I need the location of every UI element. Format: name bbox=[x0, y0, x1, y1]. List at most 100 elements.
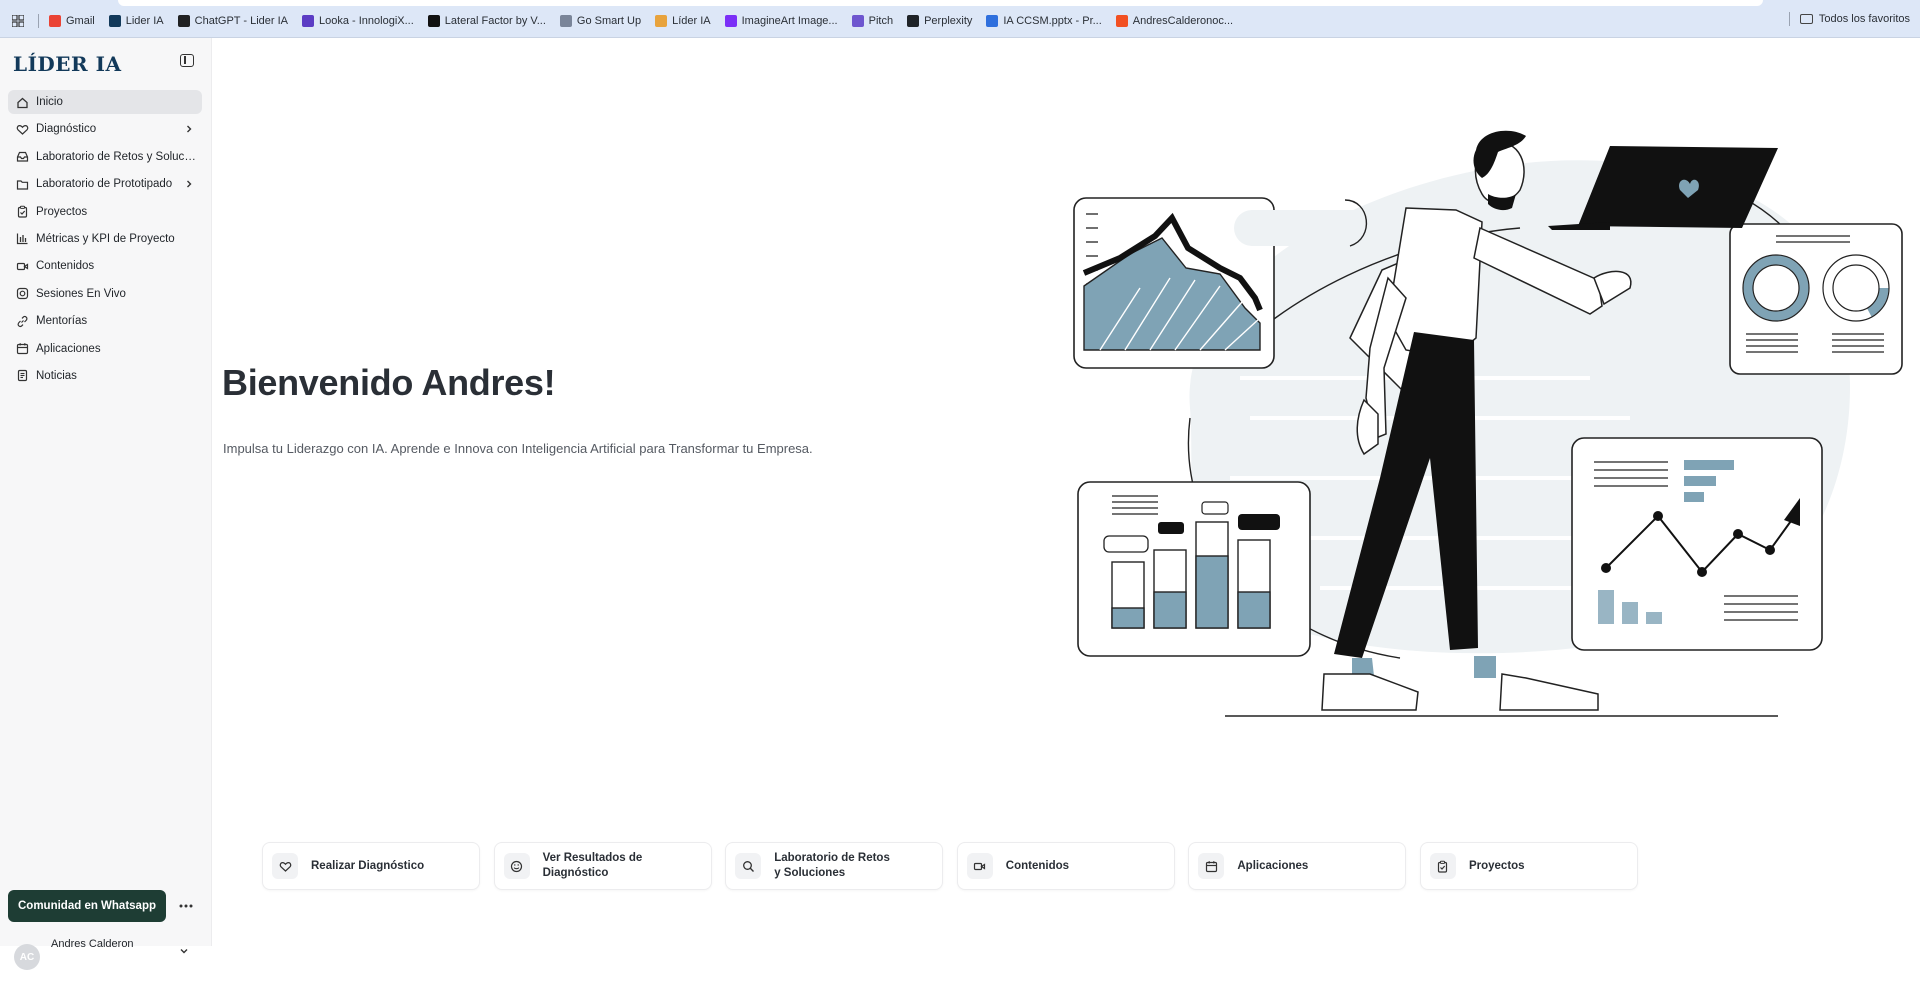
sidebar-item-laboratorio-de-prototipado[interactable]: Laboratorio de Prototipado bbox=[8, 172, 202, 196]
quick-action-realizar-diagnostico[interactable]: Realizar Diagnóstico bbox=[262, 842, 480, 890]
sidebar-item-label: Métricas y KPI de Proyecto bbox=[36, 232, 175, 245]
calendar-icon bbox=[16, 342, 29, 355]
sidebar-item-proyectos[interactable]: Proyectos bbox=[8, 200, 202, 224]
folder-icon bbox=[1799, 14, 1813, 24]
quick-action-label: Ver Resultados de Diagnóstico bbox=[542, 852, 643, 879]
sidebar-item-noticias[interactable]: Noticias bbox=[8, 364, 202, 388]
user-name: Andres Calderon bbox=[51, 938, 134, 950]
chevron-right-icon bbox=[187, 125, 192, 133]
quick-action-ver-resultados-de-diagnostico[interactable]: Ver Resultados de Diagnóstico bbox=[493, 842, 712, 890]
bookmark-label: Lider IA bbox=[125, 15, 164, 27]
quick-action-label: Realizar Diagnóstico bbox=[311, 859, 425, 872]
chevron-down-icon bbox=[180, 949, 188, 954]
page-title: Bienvenido Andres! bbox=[222, 362, 556, 403]
video-icon bbox=[966, 853, 993, 879]
bookmarks-list: Gmail Lider IA ChatGPT - Lider IA Looka - I… bbox=[10, 12, 1247, 30]
bookmark-chatgpt-lider-ia[interactable]: ChatGPT - Lider IA bbox=[177, 15, 288, 27]
bookmark-favicon-icon bbox=[851, 15, 864, 27]
chevron-right-icon bbox=[187, 180, 192, 188]
bookmark-label: Lateral Factor by V... bbox=[444, 15, 546, 27]
sidebar-item-label: Diagnóstico bbox=[36, 123, 97, 136]
bookmark-perplexity[interactable]: Perplexity bbox=[907, 15, 972, 27]
bookmark-favicon-icon bbox=[1115, 15, 1128, 27]
calendar-icon bbox=[1198, 853, 1225, 879]
link-icon bbox=[16, 315, 29, 328]
sidebar-item-label: Laboratorio de Retos y Soluciones bbox=[36, 150, 196, 163]
bookmark-ia-ccsm-pptx-pr[interactable]: IA CCSM.pptx - Pr... bbox=[986, 15, 1102, 27]
quick-actions: Realizar Diagnóstico Ver Resultados de Di… bbox=[262, 842, 1652, 890]
sidebar-item-label: Aplicaciones bbox=[36, 342, 101, 355]
bookmark-andrescalderonoc[interactable]: AndresCalderonoc... bbox=[1115, 15, 1234, 27]
bookmark-label: ImagineArt Image... bbox=[741, 15, 838, 27]
sidebar-item-label: Mentorías bbox=[36, 315, 88, 328]
bookmark-lider-ia[interactable]: Líder IA bbox=[655, 15, 711, 27]
quick-action-contenidos[interactable]: Contenidos bbox=[956, 842, 1175, 890]
sidebar-item-laboratorio-de-retos-y-soluciones[interactable]: Laboratorio de Retos y Soluciones bbox=[8, 145, 202, 169]
address-bar-edge[interactable] bbox=[118, 0, 1763, 6]
apps-grid-icon[interactable] bbox=[10, 13, 26, 29]
bookmark-label: Líder IA bbox=[672, 15, 711, 27]
page-subtitle: Impulsa tu Liderazgo con IA. Aprende e I… bbox=[223, 441, 813, 456]
video-icon bbox=[16, 260, 29, 273]
bookmark-favicon-icon bbox=[108, 15, 121, 27]
sidebar-item-mentorias[interactable]: Mentorías bbox=[8, 309, 202, 333]
bookmark-favicon-icon bbox=[559, 15, 572, 27]
bookmark-favicon-icon bbox=[302, 15, 314, 27]
sidebar-item-label: Noticias bbox=[36, 369, 77, 382]
smile-icon bbox=[503, 853, 530, 879]
logo[interactable]: LÍDER IA bbox=[13, 52, 121, 76]
bookmark-favicon-icon bbox=[177, 15, 190, 27]
all-favorites-label: Todos los favoritos bbox=[1818, 13, 1910, 25]
bookmark-pitch[interactable]: Pitch bbox=[851, 15, 894, 27]
bookmark-label: Pitch bbox=[868, 15, 894, 27]
quick-action-aplicaciones[interactable]: Aplicaciones bbox=[1188, 842, 1407, 890]
bookmark-label: AndresCalderonoc... bbox=[1132, 15, 1234, 27]
sidebar-collapse-icon[interactable] bbox=[180, 54, 194, 67]
whatsapp-community-button[interactable]: Comunidad en Whatsapp bbox=[8, 890, 166, 922]
quick-action-label: Proyectos bbox=[1468, 859, 1525, 872]
more-options-icon[interactable] bbox=[176, 898, 196, 914]
bookmarks-separator bbox=[1788, 12, 1790, 26]
bookmark-label: Gmail bbox=[66, 15, 95, 27]
bookmark-lateral-factor-by-v[interactable]: Lateral Factor by V... bbox=[427, 15, 546, 27]
bookmark-imagineart-image[interactable]: ImagineArt Image... bbox=[724, 15, 838, 27]
sidebar-item-label: Inicio bbox=[36, 96, 63, 108]
bookmark-looka-innologix[interactable]: Looka - InnologiX... bbox=[302, 15, 414, 27]
bookmark-label: Perplexity bbox=[924, 15, 973, 27]
user-menu[interactable]: AC Andres Calderon bbox=[14, 934, 200, 984]
bookmarks-separator bbox=[38, 14, 39, 28]
sidebar-item-diagnostico[interactable]: Diagnóstico bbox=[8, 117, 202, 141]
sidebar-nav: Inicio Diagnóstico Laboratorio de Retos y … bbox=[8, 90, 202, 391]
bookmark-favicon-icon bbox=[724, 15, 737, 27]
clipboard-check-icon bbox=[1429, 853, 1456, 879]
heart-icon bbox=[272, 853, 298, 879]
quick-action-laboratorio-de-retos-y-soluciones[interactable]: Laboratorio de Retos y Soluciones bbox=[725, 842, 944, 890]
sidebar-item-aplicaciones[interactable]: Aplicaciones bbox=[8, 337, 202, 361]
bookmark-favicon-icon bbox=[907, 15, 920, 27]
bookmark-label: Go Smart Up bbox=[576, 15, 642, 27]
clipboard-check-icon bbox=[16, 205, 29, 218]
quick-action-label: Aplicaciones bbox=[1237, 859, 1309, 872]
home-icon bbox=[16, 96, 29, 109]
quick-action-label: Contenidos bbox=[1005, 859, 1070, 872]
quick-action-label: Laboratorio de Retos y Soluciones bbox=[774, 852, 890, 879]
bookmark-lider-ia[interactable]: Lider IA bbox=[108, 15, 164, 27]
hero-illustration bbox=[1073, 130, 1903, 717]
sidebar-item-metricas-y-kpi-de-proyecto[interactable]: Métricas y KPI de Proyecto bbox=[8, 227, 202, 251]
document-icon bbox=[16, 369, 29, 382]
quick-action-proyectos[interactable]: Proyectos bbox=[1419, 842, 1638, 890]
sidebar-item-inicio[interactable]: Inicio bbox=[8, 90, 202, 114]
sidebar-item-sesiones-en-vivo[interactable]: Sesiones En Vivo bbox=[8, 282, 202, 306]
bar-chart-icon bbox=[16, 232, 29, 245]
bookmark-label: ChatGPT - Lider IA bbox=[194, 15, 288, 27]
folder-icon bbox=[16, 178, 29, 191]
sidebar-item-label: Contenidos bbox=[36, 260, 95, 273]
all-favorites-button[interactable]: Todos los favoritos bbox=[1788, 12, 1910, 26]
bookmarks-bar: Gmail Lider IA ChatGPT - Lider IA Looka - I… bbox=[0, 0, 1920, 38]
bookmark-favicon-icon bbox=[655, 15, 668, 27]
bookmark-go-smart-up[interactable]: Go Smart Up bbox=[559, 15, 642, 27]
sidebar-item-label: Proyectos bbox=[36, 205, 88, 218]
sidebar-item-contenidos[interactable]: Contenidos bbox=[8, 254, 202, 278]
bookmark-favicon-icon bbox=[49, 15, 61, 27]
bookmark-gmail[interactable]: Gmail bbox=[49, 15, 95, 27]
